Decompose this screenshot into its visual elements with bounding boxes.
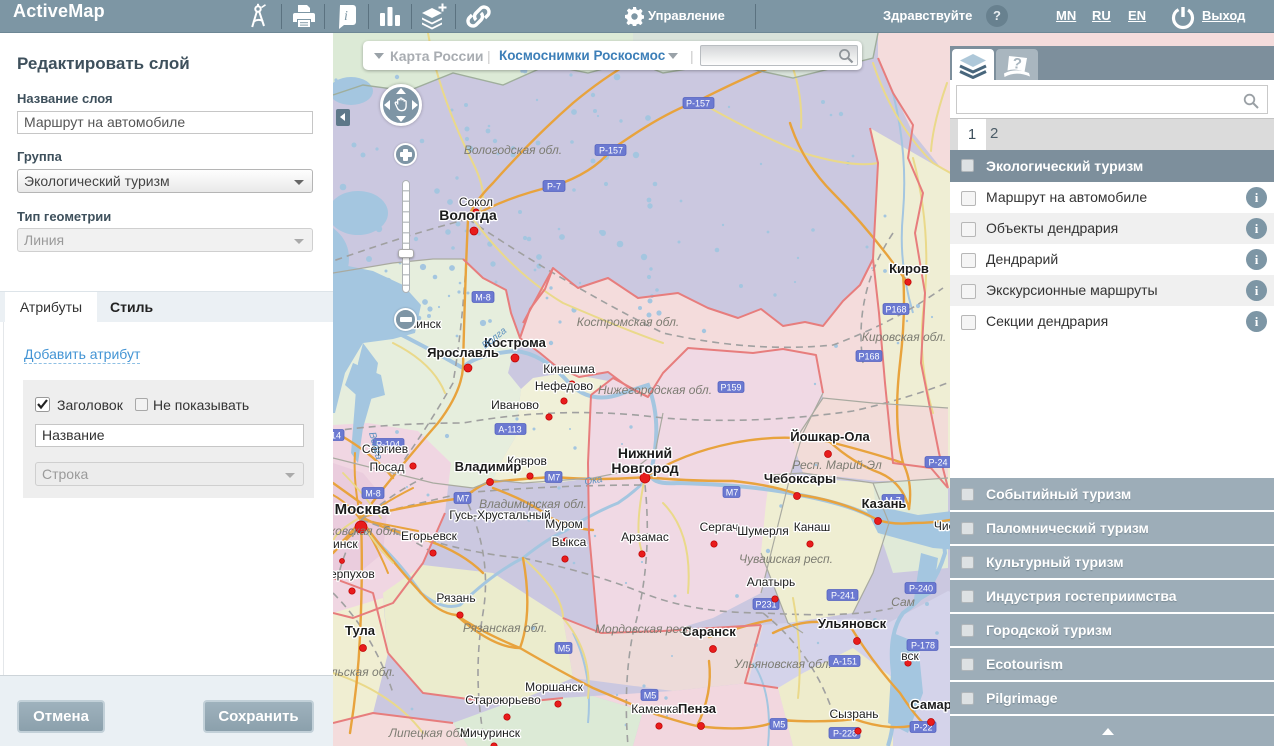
svg-text:Алатырь: Алатырь xyxy=(747,575,795,589)
svg-text:P-241: P-241 xyxy=(831,591,855,601)
svg-text:P-24: P-24 xyxy=(928,458,947,468)
svg-text:М5: М5 xyxy=(644,691,657,701)
svg-text:Владимир: Владимир xyxy=(455,459,522,474)
svg-text:P-240: P-240 xyxy=(909,584,933,594)
svg-text:А-151: А-151 xyxy=(833,657,857,667)
svg-text:М5: М5 xyxy=(773,720,786,730)
svg-text:Рязанская обл.: Рязанская обл. xyxy=(463,621,547,635)
svg-text:А-113: А-113 xyxy=(498,425,521,435)
svg-text:Посад: Посад xyxy=(370,460,405,474)
svg-text:Самар: Самар xyxy=(910,697,951,712)
svg-text:P-228: P-228 xyxy=(833,729,857,739)
svg-text:М7: М7 xyxy=(726,488,739,498)
svg-text:Моршанск: Моршанск xyxy=(525,680,583,694)
svg-text:вск: вск xyxy=(901,649,919,663)
svg-text:М7: М7 xyxy=(457,494,470,504)
svg-text:Казань: Казань xyxy=(862,496,907,511)
svg-text:льская обл.: льская обл. xyxy=(333,665,395,679)
svg-text:М-8: М-8 xyxy=(365,489,381,499)
svg-text:Сергиев: Сергиев xyxy=(362,442,408,456)
svg-text:Каменка: Каменка xyxy=(631,702,679,716)
svg-text:Липецкая обл.: Липецкая обл. xyxy=(388,726,469,740)
svg-text:P168: P168 xyxy=(885,305,906,315)
svg-text:P159: P159 xyxy=(720,383,741,393)
svg-text:Кировская обл.: Кировская обл. xyxy=(862,330,946,344)
svg-text:Серпухов: Серпухов xyxy=(333,567,375,581)
svg-text:Киров: Киров xyxy=(889,261,929,276)
svg-text:Сергач: Сергач xyxy=(700,520,739,534)
svg-text:М5: М5 xyxy=(558,644,571,654)
svg-text:Нижний: Нижний xyxy=(618,445,672,461)
svg-text:Вологодская обл.: Вологодская обл. xyxy=(464,143,562,157)
svg-text:Московская обл.: Московская обл. xyxy=(333,524,399,538)
svg-text:Арзамас: Арзамас xyxy=(621,530,669,544)
svg-text:Новгород: Новгород xyxy=(611,460,678,476)
svg-text:P-157: P-157 xyxy=(599,146,623,156)
svg-text:Респ. Марий-Эл: Респ. Марий-Эл xyxy=(792,458,882,472)
svg-text:?: ? xyxy=(1012,55,1023,73)
svg-text:Шумерля: Шумерля xyxy=(737,524,789,538)
svg-text:Рязань: Рязань xyxy=(436,591,475,605)
svg-text:М7: М7 xyxy=(548,473,561,483)
svg-text:Вологда: Вологда xyxy=(439,207,497,223)
svg-text:Мордовская респ.: Мордовская респ. xyxy=(595,622,695,636)
svg-text:Пенза: Пенза xyxy=(678,701,717,716)
svg-text:Иваново: Иваново xyxy=(491,398,539,412)
svg-text:Нефедово: Нефедово xyxy=(535,379,594,393)
svg-text:Костромская обл.: Костромская обл. xyxy=(577,315,679,329)
svg-text:i: i xyxy=(344,9,348,24)
svg-text:14: 14 xyxy=(333,431,341,441)
svg-text:инск: инск xyxy=(333,537,358,551)
svg-text:Ульяновск: Ульяновск xyxy=(818,616,887,631)
svg-text:P-157: P-157 xyxy=(686,99,710,109)
svg-text:Выкса: Выкса xyxy=(552,535,587,549)
svg-text:Тула: Тула xyxy=(345,623,376,638)
svg-text:P168: P168 xyxy=(858,352,879,362)
svg-text:Староюрьево: Староюрьево xyxy=(465,693,541,707)
svg-text:P-7: P-7 xyxy=(547,182,561,192)
svg-text:М-8: М-8 xyxy=(475,293,491,303)
svg-text:Владимирская обл.: Владимирская обл. xyxy=(479,497,587,511)
svg-text:Чебоксары: Чебоксары xyxy=(764,471,836,486)
svg-text:Ульяновская обл.: Ульяновская обл. xyxy=(733,657,831,671)
svg-text:Нижегородская обл.: Нижегородская обл. xyxy=(598,383,712,397)
svg-text:Сызрань: Сызрань xyxy=(829,707,878,721)
svg-text:Кинешма: Кинешма xyxy=(543,362,595,376)
svg-text:Йошкар-Ола: Йошкар-Ола xyxy=(790,429,870,444)
svg-text:Москва: Москва xyxy=(335,501,390,518)
svg-text:Канаш: Канаш xyxy=(794,520,831,534)
svg-text:Муром: Муром xyxy=(545,517,583,531)
svg-text:Чувашская респ.: Чувашская респ. xyxy=(739,552,833,566)
svg-text:Сам: Сам xyxy=(891,595,915,609)
svg-text:Егорьевск: Егорьевск xyxy=(401,529,458,543)
